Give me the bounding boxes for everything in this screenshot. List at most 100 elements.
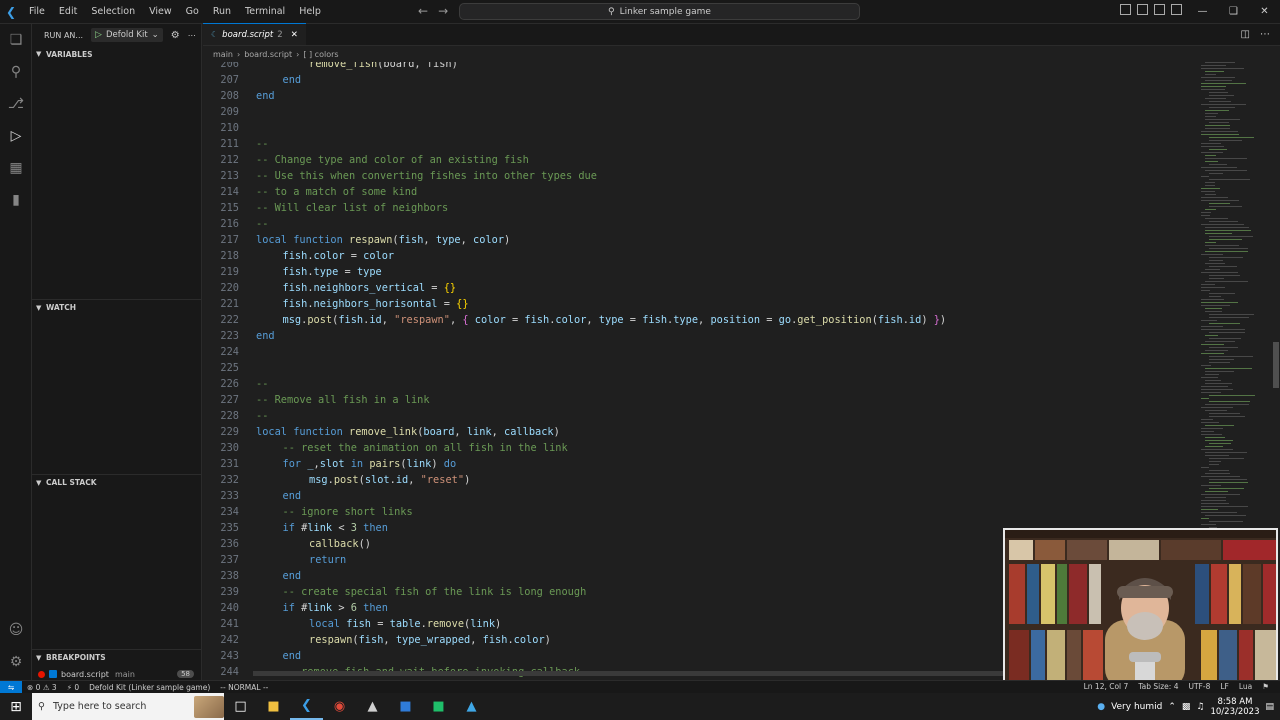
explorer-icon[interactable]: ❏ (6, 30, 26, 50)
breakpoint-item[interactable]: board.script main 58 (32, 667, 202, 681)
toggle-panel-icon[interactable] (1137, 4, 1148, 15)
menu-file[interactable]: File (22, 0, 52, 24)
taskbar-search[interactable]: ⚲ Type here to search (32, 693, 224, 720)
code-line[interactable]: 224 (203, 344, 1203, 360)
variables-section-header[interactable]: ▼ VARIABLES (32, 46, 202, 62)
code-line[interactable]: 220 fish.neighbors_vertical = {} (203, 280, 1203, 296)
code-line[interactable]: 222 msg.post(fish.id, "respawn", { color … (203, 312, 1203, 328)
breadcrumb-file[interactable]: board.script (244, 50, 292, 59)
tab-size[interactable]: Tab Size: 4 (1133, 681, 1183, 693)
code-line[interactable]: 208 end (203, 88, 1203, 104)
start-debugging-icon[interactable]: ▷ (95, 30, 102, 40)
toggle-secondary-sidebar-icon[interactable] (1154, 4, 1165, 15)
command-center[interactable]: ⚲ Linker sample game (459, 3, 860, 20)
code-line[interactable]: 227 -- Remove all fish in a link (203, 392, 1203, 408)
remote-indicator-icon[interactable]: ⇋ (0, 680, 22, 694)
scrollbar-thumb[interactable] (1273, 342, 1279, 388)
code-line[interactable]: 215 -- Will clear list of neighbors (203, 200, 1203, 216)
accounts-icon[interactable]: ☺ (6, 620, 26, 640)
weather-text[interactable]: Very humid (1111, 702, 1162, 712)
run-debug-icon[interactable]: ▷ (6, 126, 26, 146)
code-line[interactable]: 221 fish.neighbors_horisontal = {} (203, 296, 1203, 312)
code-line[interactable]: 225 (203, 360, 1203, 376)
code-line[interactable]: 231 for _,slot in pairs(link) do (203, 456, 1203, 472)
file-explorer-icon[interactable]: ■ (257, 693, 290, 720)
tab-board-script[interactable]: ☾ board.script 2 ✕ (203, 23, 306, 45)
close-tab-icon[interactable]: ✕ (291, 30, 298, 40)
app-green-icon[interactable]: ■ (422, 693, 455, 720)
windows-start-icon[interactable]: ⊞ (0, 693, 32, 720)
code-line[interactable]: 216 -- (203, 216, 1203, 232)
volume-icon[interactable]: ♫ (1196, 702, 1204, 712)
breakpoints-section-header[interactable]: ▼ BREAKPOINTS (32, 649, 202, 665)
problems-status[interactable]: ⊗ 0 ⚠ 3 (22, 683, 62, 692)
menu-view[interactable]: View (142, 0, 179, 24)
watch-section-header[interactable]: ▼ WATCH (32, 299, 202, 315)
notifications-icon[interactable]: ▤ (1265, 702, 1274, 712)
app-blue-icon[interactable]: ■ (389, 693, 422, 720)
breadcrumb-symbol[interactable]: [ ] colors (303, 50, 338, 59)
minimize-icon[interactable]: — (1187, 0, 1218, 24)
close-window-icon[interactable]: ✕ (1249, 0, 1280, 24)
task-view-icon[interactable]: □ (224, 693, 257, 720)
menu-go[interactable]: Go (179, 0, 206, 24)
settings-gear-icon[interactable]: ⚙ (6, 652, 26, 672)
network-icon[interactable]: ▩ (1182, 702, 1191, 712)
language-mode[interactable]: Lua (1234, 681, 1257, 693)
code-line[interactable]: 213 -- Use this when converting fishes in… (203, 168, 1203, 184)
chrome-icon[interactable]: ◉ (323, 693, 356, 720)
code-line[interactable]: 214 -- to a match of some kind (203, 184, 1203, 200)
ports-status[interactable]: ⚡ 0 (62, 683, 84, 692)
menu-help[interactable]: Help (292, 0, 328, 24)
encoding[interactable]: UTF-8 (1183, 681, 1215, 693)
toggle-sidebar-icon[interactable] (1120, 4, 1131, 15)
more-actions-icon[interactable]: ⋯ (1260, 29, 1270, 40)
split-editor-icon[interactable]: ◫ (1241, 29, 1250, 40)
extensions-icon[interactable]: ▦ (6, 158, 26, 178)
code-line[interactable]: 209 (203, 104, 1203, 120)
breadcrumb-folder[interactable]: main (213, 50, 233, 59)
bookmarks-icon[interactable]: ▮ (6, 190, 26, 210)
customize-layout-icon[interactable] (1171, 4, 1182, 15)
code-line[interactable]: 206 remove_fish(board, fish) (203, 62, 1203, 72)
notifications-bell-icon[interactable]: ⚑ (1257, 681, 1274, 693)
code-line[interactable]: 211 -- (203, 136, 1203, 152)
restore-icon[interactable]: ❑ (1218, 0, 1249, 24)
menu-terminal[interactable]: Terminal (238, 0, 292, 24)
code-line[interactable]: 226 -- (203, 376, 1203, 392)
code-line[interactable]: 230 -- reset the animation on all fish in… (203, 440, 1203, 456)
forward-arrow-icon[interactable]: → (438, 4, 448, 18)
code-line[interactable]: 229 local function remove_link(board, lin… (203, 424, 1203, 440)
defold-icon[interactable]: ▲ (455, 693, 488, 720)
end-of-line[interactable]: LF (1215, 681, 1234, 693)
code-line[interactable]: 210 (203, 120, 1203, 136)
code-line[interactable]: 233 end (203, 488, 1203, 504)
search-icon[interactable]: ⚲ (6, 62, 26, 82)
code-line[interactable]: 232 msg.post(slot.id, "reset") (203, 472, 1203, 488)
code-line[interactable]: 212 -- Change type and color of an existi… (203, 152, 1203, 168)
vscode-taskbar-icon[interactable]: ❮ (290, 693, 323, 720)
call-stack-section-header[interactable]: ▼ CALL STACK (32, 474, 202, 490)
launch-config-select[interactable]: ▷ Defold Kit ⌄ (91, 28, 163, 42)
chevron-up-icon[interactable]: ⌃ (1168, 702, 1176, 712)
code-line[interactable]: 219 fish.type = type (203, 264, 1203, 280)
menu-edit[interactable]: Edit (52, 0, 84, 24)
code-line[interactable]: 228 -- (203, 408, 1203, 424)
menu-selection[interactable]: Selection (84, 0, 142, 24)
gear-icon[interactable]: ⚙ (171, 30, 180, 41)
code-line[interactable]: 207 end (203, 72, 1203, 88)
clock[interactable]: 8:58 AM 10/23/2023 (1210, 697, 1259, 717)
app-icon[interactable]: ▲ (356, 693, 389, 720)
code-line[interactable]: 223 end (203, 328, 1203, 344)
code-line[interactable]: 218 fish.color = color (203, 248, 1203, 264)
source-control-icon[interactable]: ⎇ (6, 94, 26, 114)
menu-run[interactable]: Run (206, 0, 238, 24)
horizontal-scrollbar[interactable] (253, 671, 1003, 676)
code-line[interactable]: 217 local function respawn(fish, type, co… (203, 232, 1203, 248)
breakpoint-checkbox[interactable] (49, 670, 57, 678)
cursor-position[interactable]: Ln 12, Col 7 (1079, 681, 1134, 693)
more-actions-icon[interactable]: ⋯ (188, 31, 196, 40)
code-line[interactable]: 234 -- ignore short links (203, 504, 1203, 520)
debug-status[interactable]: Defold Kit (Linker sample game) (84, 683, 215, 692)
back-arrow-icon[interactable]: ← (418, 4, 428, 18)
